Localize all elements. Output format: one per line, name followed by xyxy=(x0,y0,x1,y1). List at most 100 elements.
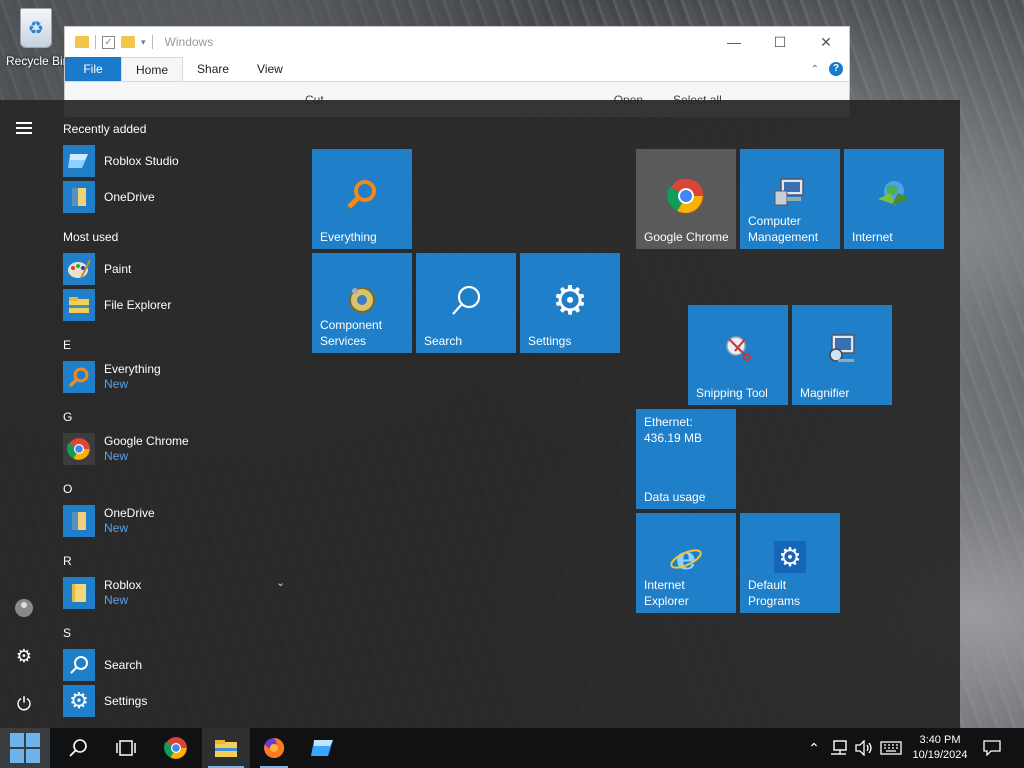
tile-label: Internet xyxy=(852,230,893,244)
minimize-icon[interactable]: — xyxy=(711,34,757,51)
internet-icon xyxy=(844,177,944,209)
chevron-down-icon[interactable]: ⌄ xyxy=(276,576,285,589)
file-explorer-icon xyxy=(215,740,237,757)
app-name: OneDrive xyxy=(104,506,155,520)
account-button[interactable] xyxy=(0,588,48,628)
desktop-icon-recycle-bin[interactable]: Recycle Bin xyxy=(6,8,70,68)
tile-computer-management[interactable]: Computer Management xyxy=(740,149,840,249)
group-header-g[interactable]: G xyxy=(63,410,72,424)
tile-label: Default Programs xyxy=(748,578,801,608)
onedrive-icon xyxy=(63,181,95,213)
chrome-icon xyxy=(164,737,187,759)
everything-icon xyxy=(63,361,95,393)
windows-logo-icon xyxy=(10,733,40,763)
maximize-icon[interactable]: ☐ xyxy=(757,34,803,51)
collapse-ribbon-icon[interactable]: ⌃ xyxy=(811,64,819,75)
app-folder-roblox[interactable]: Roblox New xyxy=(63,576,293,610)
search-icon xyxy=(69,739,87,757)
tile-label: Computer Management xyxy=(748,214,819,244)
app-name: Search xyxy=(104,657,143,672)
task-view-icon xyxy=(116,740,136,756)
tab-share[interactable]: Share xyxy=(183,57,243,81)
taskbar-file-explorer[interactable] xyxy=(202,728,250,768)
app-name: Roblox xyxy=(104,578,142,592)
tile-component-services[interactable]: Component Services xyxy=(312,253,412,353)
folder-icon xyxy=(63,577,95,609)
show-hidden-icons-button[interactable]: ⌃ xyxy=(804,728,824,768)
group-header-r[interactable]: R xyxy=(63,554,72,568)
tile-label: Data usage xyxy=(644,490,706,504)
app-paint[interactable]: Paint xyxy=(63,252,293,286)
action-center-button[interactable] xyxy=(978,728,1006,768)
taskbar-roblox-studio[interactable] xyxy=(300,728,346,768)
close-icon[interactable]: ✕ xyxy=(803,34,849,51)
tile-everything[interactable]: Everything xyxy=(312,149,412,249)
everything-icon xyxy=(312,177,412,211)
tile-internet[interactable]: Internet xyxy=(844,149,944,249)
tile-default-programs[interactable]: ⚙ Default Programs xyxy=(740,513,840,613)
tab-home[interactable]: Home xyxy=(121,57,184,81)
customize-qat-icon[interactable]: ▾ xyxy=(141,37,146,48)
app-name: File Explorer xyxy=(104,297,172,312)
app-roblox-studio[interactable]: Roblox Studio xyxy=(63,144,293,178)
tile-snipping-tool[interactable]: Snipping Tool xyxy=(688,305,788,405)
volume-button[interactable] xyxy=(852,728,876,768)
properties-icon[interactable]: ✓ xyxy=(102,35,115,49)
tile-label: Everything xyxy=(320,230,377,244)
taskbar-search-button[interactable] xyxy=(54,728,102,768)
tile-internet-explorer[interactable]: e Internet Explorer xyxy=(636,513,736,613)
taskbar-chrome[interactable] xyxy=(152,728,200,768)
help-icon[interactable]: ? xyxy=(829,62,843,76)
svg-text:e: e xyxy=(676,541,696,575)
taskbar-clock[interactable]: 3:40 PM 10/19/2024 xyxy=(900,728,980,768)
app-onedrive-recent[interactable]: OneDrive xyxy=(63,180,293,214)
gear-icon: ⚙ xyxy=(15,645,33,666)
taskbar-firefox[interactable] xyxy=(254,728,294,768)
tile-settings[interactable]: ⚙ Settings xyxy=(520,253,620,353)
chrome-icon xyxy=(636,177,736,215)
paint-icon xyxy=(63,253,95,285)
settings-rail-button[interactable]: ⚙ xyxy=(0,636,48,676)
tab-file[interactable]: File xyxy=(65,57,121,81)
task-view-button[interactable] xyxy=(102,728,150,768)
app-search[interactable]: Search xyxy=(63,648,293,682)
component-services-icon xyxy=(312,283,412,317)
group-header-recently-added: Recently added xyxy=(63,122,147,136)
recycle-bin-label: Recycle Bin xyxy=(6,54,70,68)
tile-label: Search xyxy=(424,334,463,348)
search-icon xyxy=(63,649,95,681)
ethernet-label: Ethernet: xyxy=(644,415,693,429)
notification-icon xyxy=(983,740,1001,756)
new-folder-icon[interactable] xyxy=(121,36,135,48)
scissors-icon xyxy=(688,333,788,363)
tile-label: Internet Explorer xyxy=(644,578,689,608)
app-google-chrome[interactable]: Google Chrome New xyxy=(63,432,293,466)
tile-label: Component Services xyxy=(320,318,383,348)
app-settings[interactable]: ⚙ Settings xyxy=(63,684,293,718)
tab-view[interactable]: View xyxy=(243,57,297,81)
app-name: Settings xyxy=(104,693,148,708)
clock-time: 3:40 PM xyxy=(919,734,961,746)
roblox-studio-icon xyxy=(63,145,95,177)
network-button[interactable] xyxy=(828,728,850,768)
group-header-e[interactable]: E xyxy=(63,338,71,352)
group-header-o[interactable]: O xyxy=(63,482,72,496)
app-name: Google Chrome xyxy=(104,434,189,448)
app-onedrive[interactable]: OneDrive New xyxy=(63,504,293,538)
tile-search[interactable]: Search xyxy=(416,253,516,353)
folder-icon xyxy=(75,36,89,48)
start-button[interactable] xyxy=(0,728,50,768)
tile-label: Magnifier xyxy=(800,386,850,400)
taskbar: ⌃ 3:40 PM 10/19/2024 xyxy=(0,728,1024,768)
app-file-explorer[interactable]: File Explorer xyxy=(63,288,293,322)
new-badge: New xyxy=(104,449,129,463)
tile-data-usage[interactable]: Ethernet: 436.19 MB Data usage xyxy=(636,409,736,509)
group-header-s[interactable]: S xyxy=(63,626,71,640)
power-button[interactable]: ⏻ xyxy=(0,684,48,724)
window-controls: — ☐ ✕ xyxy=(711,34,849,51)
app-everything[interactable]: Everything New xyxy=(63,360,293,394)
tile-google-chrome[interactable]: Google Chrome xyxy=(636,149,736,249)
expand-menu-button[interactable] xyxy=(0,108,48,148)
tile-magnifier[interactable]: Magnifier xyxy=(792,305,892,405)
group-header-most-used: Most used xyxy=(63,230,119,244)
